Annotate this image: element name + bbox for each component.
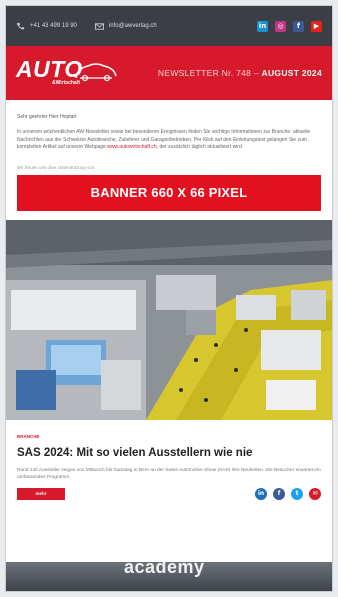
ad-banner[interactable]: BANNER 660 X 66 PIXEL (17, 174, 321, 211)
intro-section: Sehr geehrter Herr Hoptart In unserem wö… (6, 100, 332, 211)
phone-icon (16, 22, 25, 29)
article-image[interactable] (6, 219, 332, 420)
car-logo-icon (75, 63, 117, 82)
intro-text: In unserem wöchentlichen AW-Newsletter s… (17, 129, 321, 152)
article-category: BRANCHE (17, 433, 40, 439)
intro-paragraph-end: , der zusätzlich täglich aktualisiert wi… (156, 144, 244, 150)
read-more-label: mehr (35, 491, 47, 496)
email-contact[interactable]: info@awverlag.ch (94, 22, 157, 31)
twitter-icon[interactable]: t (291, 487, 303, 500)
youtube-icon[interactable]: ▶ (311, 20, 322, 32)
newsletter-number: NEWSLETTER Nr. 748 – (157, 68, 262, 78)
next-article-image[interactable]: academy (6, 562, 332, 591)
article-teaser: BRANCHE SAS 2024: Mit so vielen Ausstell… (6, 420, 332, 500)
sponsor-label: Wir freuen uns über Unterstützung von: (17, 164, 96, 170)
website-link[interactable]: www.autowirtschaft.ch (107, 144, 156, 150)
phone-number: +41 43 499 19 90 (30, 23, 77, 29)
instagram-icon[interactable]: ◎ (275, 20, 286, 32)
share-icons: in f t ✉ (255, 487, 321, 500)
facebook-icon[interactable]: f (273, 487, 285, 500)
facebook-icon[interactable]: f (293, 20, 304, 32)
academy-sign: academy (124, 562, 205, 577)
article-title[interactable]: SAS 2024: Mit so vielen Ausstellern wie … (17, 447, 321, 459)
linkedin-icon[interactable]: in (255, 487, 267, 500)
banner-label: BANNER 660 X 66 PIXEL (90, 185, 248, 200)
mail-icon[interactable]: ✉ (309, 487, 321, 500)
logo-main: AUTO (16, 56, 83, 82)
contact-bar: +41 43 499 19 90 info@awverlag.ch in ◎ f… (6, 6, 332, 46)
linkedin-icon[interactable]: in (257, 20, 268, 32)
greeting: Sehr geehrter Herr Hoptart (17, 114, 77, 120)
brand-logo[interactable]: AUTO &Wirtschaft (16, 52, 121, 94)
newsletter-issue: NEWSLETTER Nr. 748 – AUGUST 2024 (158, 68, 322, 78)
article-actions: mehr in f t ✉ (17, 487, 321, 500)
email-address: info@awverlag.ch (108, 23, 157, 29)
social-links: in ◎ f ▶ (257, 20, 322, 32)
newsletter-email: +41 43 499 19 90 info@awverlag.ch in ◎ f… (6, 6, 332, 591)
article-text: Rund 140 Aussteller zeigen von Mittwoch … (17, 467, 321, 480)
logo-sub: &Wirtschaft (52, 80, 81, 86)
newsletter-month: AUGUST 2024 (261, 68, 322, 78)
newsletter-header: AUTO &Wirtschaft NEWSLETTER Nr. 748 – AU… (6, 46, 332, 100)
read-more-button[interactable]: mehr (17, 487, 65, 500)
phone-contact[interactable]: +41 43 499 19 90 (16, 22, 77, 31)
mail-icon (94, 22, 104, 30)
